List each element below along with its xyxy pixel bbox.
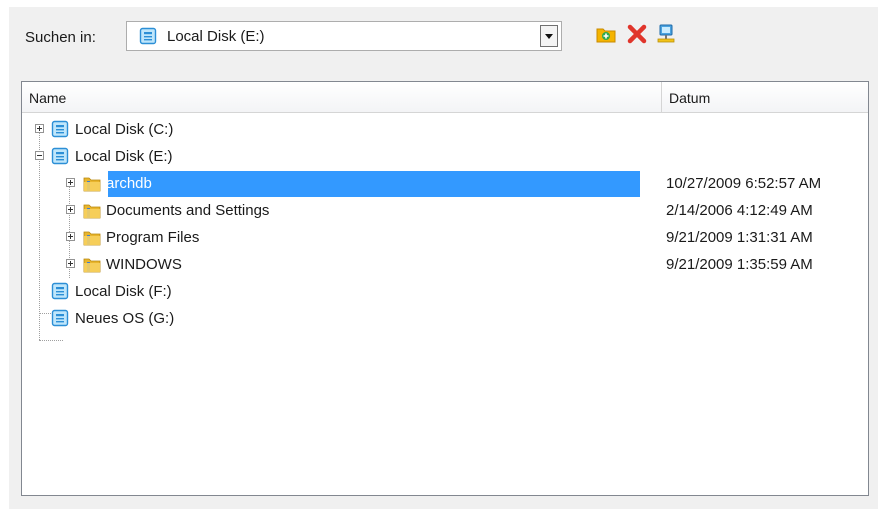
expand-icon[interactable] — [66, 232, 75, 241]
selection-highlight — [108, 171, 640, 197]
column-header-name[interactable]: Name — [22, 82, 662, 112]
expand-icon[interactable] — [66, 205, 75, 214]
tree-item-label: Neues OS (G:) — [75, 310, 175, 327]
collapse-icon[interactable] — [35, 151, 44, 160]
column-header-date[interactable]: Datum — [662, 82, 868, 112]
tree-item-label: WINDOWS — [106, 256, 182, 273]
new-folder-button[interactable] — [593, 21, 619, 47]
tree-item-date: 10/27/2009 6:52:57 AM — [666, 175, 822, 192]
disk-icon — [51, 282, 69, 304]
column-header: Name Datum — [22, 82, 868, 113]
expand-icon[interactable] — [66, 259, 75, 268]
folder-icon — [82, 255, 102, 279]
tree-connector — [39, 340, 63, 341]
tree-row[interactable]: archdb 10/27/2009 6:52:57 AM — [22, 171, 868, 197]
tree-row[interactable]: Program Files 9/21/2009 1:31:31 AM — [22, 225, 868, 251]
location-combobox[interactable]: Local Disk (E:) — [126, 21, 562, 51]
tree-row[interactable]: Neues OS (G:) — [22, 306, 868, 332]
tree-item-date: 9/21/2009 1:31:31 AM — [666, 229, 813, 246]
folder-icon — [82, 228, 102, 252]
tree-item-label: Documents and Settings — [106, 202, 270, 219]
tree-item-date: 9/21/2009 1:35:59 AM — [666, 256, 813, 273]
column-date-label: Datum — [669, 90, 711, 106]
folder-icon — [82, 174, 102, 198]
folder-icon — [82, 201, 102, 225]
expand-icon[interactable] — [35, 124, 44, 133]
tree-row[interactable]: Documents and Settings 2/14/2006 4:12:49 … — [22, 198, 868, 224]
tree-item-label: archdb — [106, 175, 152, 192]
delete-button[interactable] — [624, 21, 650, 47]
expand-icon[interactable] — [66, 178, 75, 187]
disk-icon — [51, 147, 69, 169]
look-in-label: Suchen in: — [25, 29, 96, 46]
disk-icon — [51, 120, 69, 142]
file-tree-list[interactable]: Name Datum Local Disk (C:) Local Disk (E:… — [21, 81, 869, 496]
tree-item-label: Program Files — [106, 229, 200, 246]
chevron-down-icon — [545, 34, 553, 39]
disk-icon — [139, 27, 157, 49]
dropdown-button[interactable] — [540, 25, 558, 47]
tree-row[interactable]: Local Disk (E:) — [22, 144, 868, 170]
network-button[interactable] — [653, 21, 679, 47]
tree-item-label: Local Disk (F:) — [75, 283, 172, 300]
tree-item-date: 2/14/2006 4:12:49 AM — [666, 202, 813, 219]
column-name-label: Name — [29, 90, 67, 106]
tree-row[interactable]: Local Disk (F:) — [22, 279, 868, 305]
tree-row[interactable]: WINDOWS 9/21/2009 1:35:59 AM — [22, 252, 868, 278]
tree-item-label: Local Disk (C:) — [75, 121, 174, 138]
location-value: Local Disk (E:) — [167, 28, 265, 45]
file-dialog: Suchen in: Local Disk (E:) Name Datum Lo… — [9, 7, 878, 509]
tree-row[interactable]: Local Disk (C:) — [22, 117, 868, 143]
disk-icon — [51, 309, 69, 331]
tree-item-label: Local Disk (E:) — [75, 148, 173, 165]
